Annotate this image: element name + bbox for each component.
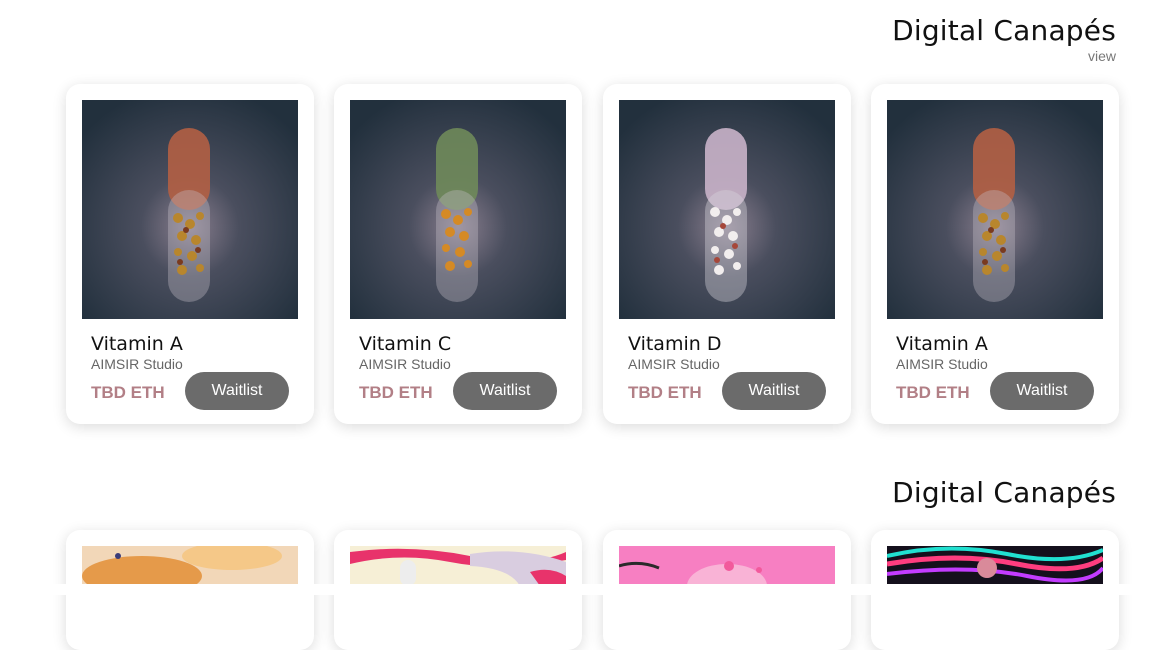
product-image[interactable] [887, 100, 1103, 319]
product-card[interactable]: Vitamin A AIMSIR Studio TBD ETH Waitlist [871, 84, 1119, 424]
product-title: Vitamin A [896, 333, 988, 355]
product-card[interactable]: Vitamin A AIMSIR Studio TBD ETH Waitlist [66, 84, 314, 424]
product-card[interactable]: Vitamin D AIMSIR Studio TBD ETH Waitlist [603, 84, 851, 424]
product-image[interactable] [350, 546, 566, 586]
product-image[interactable] [82, 100, 298, 319]
product-studio: AIMSIR Studio [896, 356, 988, 372]
waitlist-button[interactable]: Waitlist [990, 372, 1094, 410]
product-price: TBD ETH [359, 383, 433, 402]
product-image[interactable] [619, 100, 835, 319]
product-price: TBD ETH [896, 383, 970, 402]
waitlist-button[interactable]: Waitlist [722, 372, 826, 410]
section-title: Digital Canapés [892, 476, 1116, 509]
product-image[interactable] [350, 100, 566, 319]
product-studio: AIMSIR Studio [91, 356, 183, 372]
waitlist-button[interactable]: Waitlist [185, 372, 289, 410]
section-title: Digital Canapés [892, 14, 1116, 47]
viewport-edge [0, 584, 1158, 595]
product-image[interactable] [82, 546, 298, 586]
product-image[interactable] [619, 546, 835, 586]
product-studio: AIMSIR Studio [359, 356, 451, 372]
product-title: Vitamin D [628, 333, 722, 355]
product-title: Vitamin A [91, 333, 183, 355]
product-title: Vitamin C [359, 333, 452, 355]
product-card[interactable]: Vitamin C AIMSIR Studio TBD ETH Waitlist [334, 84, 582, 424]
product-studio: AIMSIR Studio [628, 356, 720, 372]
product-price: TBD ETH [91, 383, 165, 402]
product-image[interactable] [887, 546, 1103, 586]
view-link[interactable]: view [1088, 48, 1116, 64]
waitlist-button[interactable]: Waitlist [453, 372, 557, 410]
product-price: TBD ETH [628, 383, 702, 402]
